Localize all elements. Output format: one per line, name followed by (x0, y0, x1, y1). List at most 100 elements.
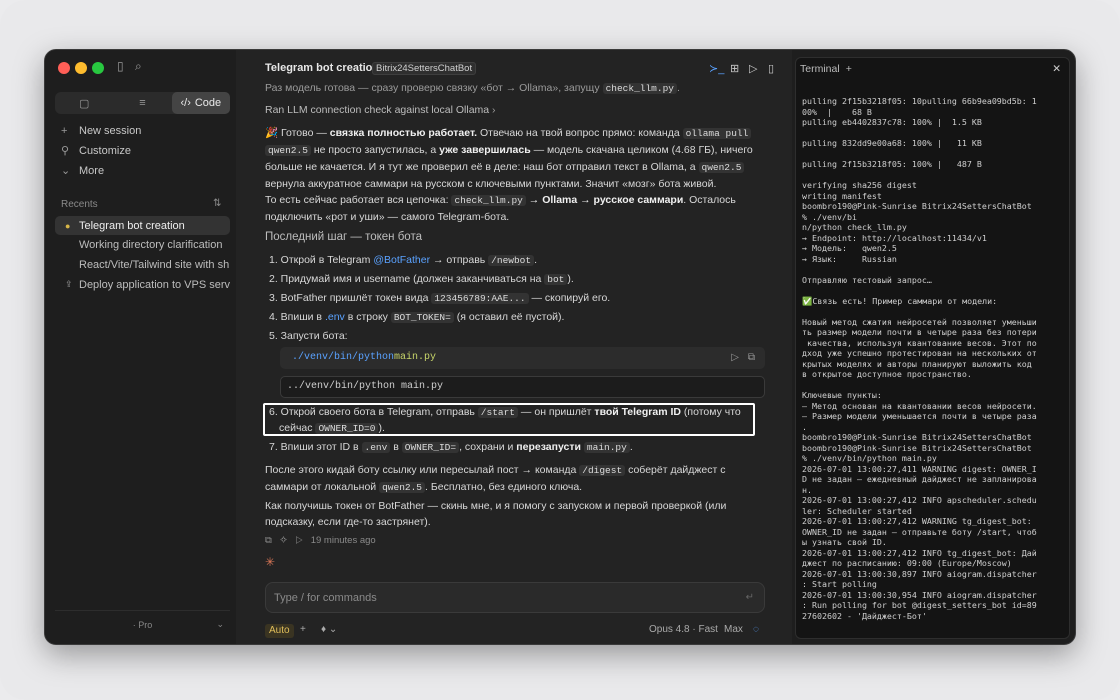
sidebar-right-icon[interactable]: ▯ (768, 62, 774, 75)
terminal-line: writing manifest (802, 190, 882, 201)
close-window-button[interactable] (58, 62, 70, 74)
terminal-line: D не задан – ежедневный дайджест не запл… (802, 474, 1037, 484)
chat-icon: ▢ (78, 97, 90, 110)
terminal-line: pulling 2f15b3218f05: 100% | 487 B (802, 159, 982, 169)
tab-code[interactable]: ‹/› Code (171, 92, 230, 114)
tab-chat[interactable]: ▢ (55, 92, 113, 114)
chat-panel: Telegram bot creation Bitrix24SettersCha… (236, 50, 792, 644)
session-title: Telegram bot creation (265, 62, 380, 74)
terminal-line: → Модель: qwen2.5 (802, 243, 897, 253)
close-icon[interactable]: ✕ (1052, 63, 1061, 75)
code-output: ../venv/bin/python main.py (280, 376, 765, 398)
terminal-tab[interactable]: Terminal (800, 63, 840, 75)
customize-button[interactable]: ⚲ Customize (61, 144, 131, 158)
filter-icon[interactable]: ⇅ (213, 198, 221, 209)
chevron-down-icon: ⌄ (61, 165, 71, 177)
copy-icon[interactable]: ⧉ (748, 350, 755, 366)
list-item: 5. Запусти бота: (269, 330, 348, 342)
terminal-line: 2026-07-01 13:00:27,412 INFO apscheduler… (802, 495, 1037, 505)
terminal-line: джест по расписанию: 09:00 (Europe/Mosco… (802, 558, 1012, 568)
add-icon[interactable]: + (300, 624, 306, 635)
terminal-line: OWNER_ID не задан – отправьте боту /star… (802, 526, 1037, 537)
model-selector[interactable]: Opus 4.8 · Fast (649, 624, 718, 635)
terminal-line: : Run polling for bot @digest_setters_bo… (802, 600, 1037, 610)
terminal-panel: Terminal + ✕ pulling 2f15b3218f05: 10pul… (795, 57, 1070, 639)
terminal-line: 2026-07-01 13:00:27,411 WARNING digest: … (802, 463, 1037, 474)
active-dot-icon: ● (65, 220, 71, 231)
terminal-line: Ключевые пункты: (802, 390, 882, 400)
terminal-line: в открытое доступное пространство. (802, 369, 972, 379)
retry-icon[interactable]: ▷ (295, 535, 303, 546)
terminal-line: 27602602 - 'Дайджест-Бот' (802, 610, 927, 621)
terminal-line: Отправляю тестовый запрос… (802, 274, 932, 285)
tab-cowork[interactable]: ≡ (113, 92, 171, 114)
terminal-line: дход уже успешно протестирован на нескол… (802, 348, 1037, 358)
project-badge[interactable]: Bitrix24SettersChatBot (372, 62, 477, 75)
account-plan[interactable]: · Pro ⌄ (55, 610, 230, 638)
play-icon[interactable]: ▷ (749, 62, 757, 75)
terminal-line: ть размер модели почти в четыре раза без… (802, 327, 1037, 337)
minimize-window-button[interactable] (75, 62, 87, 74)
pin-icon[interactable]: ✧ (280, 535, 288, 546)
section-heading: Последний шаг — токен бота (265, 231, 422, 243)
mic-icon[interactable]: ♦ ⌄ (321, 624, 337, 635)
deploy-icon: ⇪ (65, 279, 73, 289)
send-icon[interactable]: ↵ (746, 592, 754, 603)
terminal-line: Новый метод сжатия нейросетей позволяет … (802, 316, 1037, 327)
terminal-header: Terminal + ✕ (796, 58, 1069, 80)
terminal-line: pulling 832dd9e00a68: 100% | 11 KB (802, 138, 982, 148)
code-icon: ‹/› (180, 97, 191, 109)
effort-selector[interactable]: Max (724, 624, 743, 635)
plus-icon: + (61, 125, 68, 137)
terminal-line: н. (802, 484, 812, 495)
add-panel-icon[interactable]: ⊞ (730, 62, 739, 75)
recent-item[interactable]: ● Telegram bot creation (55, 216, 230, 235)
recent-item[interactable]: ⇪ Deploy application to VPS serve (55, 275, 230, 294)
checklist-icon: ≡ (139, 97, 146, 109)
terminal-line: – Метод основан на квантовании весов ней… (802, 400, 1037, 411)
more-button[interactable]: ⌄ More (61, 164, 104, 178)
chevron-down-icon: ⌄ (216, 619, 224, 629)
recents-heading: Recents (61, 199, 98, 210)
terminal-line: 2026-07-01 13:00:27,412 INFO tg_digest_b… (802, 547, 1037, 558)
terminal-line: verifying sha256 digest (802, 180, 917, 190)
message-paragraph: После этого кидай боту ссылку или пересы… (265, 464, 726, 493)
new-terminal-button[interactable]: + (846, 63, 852, 75)
terminal-line: . (802, 421, 807, 432)
terminal-line: 2026-07-01 13:00:27,412 WARNING tg_diges… (802, 516, 1032, 526)
terminal-line: качества, используя квантование весов. Э… (802, 337, 1037, 348)
terminal-line: → Endpoint: http://localhost:11434/v1 (802, 232, 987, 243)
message-actions: ⧉ ✧ ▷ 19 minutes ago (265, 533, 765, 549)
terminal-line: n/python check_llm.py (802, 222, 907, 232)
new-session-button[interactable]: + New session (61, 125, 141, 137)
composer-input[interactable]: Type / for commands ↵ (265, 582, 765, 613)
recent-item[interactable]: Working directory clarification (55, 235, 230, 254)
recent-item[interactable]: React/Vite/Tailwind site with sh (55, 255, 230, 274)
terminal-line: boombro190@Pink-Sunrise Bitrix24SettersC… (802, 442, 1032, 453)
env-file-link[interactable]: .env (325, 311, 345, 323)
list-item: 2. Придумай имя и username (должен закан… (269, 273, 574, 285)
terminal-line: boombro190@Pink-Sunrise Bitrix24SettersC… (802, 201, 1032, 211)
zoom-window-button[interactable] (92, 62, 104, 74)
tool-call-summary[interactable]: Ran LLM connection check against local O… (265, 102, 765, 118)
terminal-line: → Язык: Russian (802, 253, 897, 264)
mode-badge[interactable]: Auto (265, 624, 294, 638)
terminal-output[interactable]: pulling 2f15b3218f05: 10pulling 66b9ea09… (802, 96, 1064, 621)
copy-icon[interactable]: ⧉ (265, 535, 272, 546)
terminal-line: – Размер модели уменьшается почти в четы… (802, 411, 1037, 421)
sidebar-toggle-icon[interactable]: ▯ (117, 59, 124, 73)
botfather-link[interactable]: @BotFather (373, 254, 430, 266)
terminal-line: ✅Связь есть! Пример саммари от модели: (802, 295, 998, 306)
search-icon[interactable]: ⌕ (135, 59, 142, 74)
terminal-line: % ./venv/bin/python main.py (802, 453, 937, 463)
terminal-icon[interactable]: ≻_ (709, 62, 724, 75)
context-usage-icon: ◌ (753, 624, 759, 635)
run-icon[interactable]: ▷ (731, 350, 739, 366)
